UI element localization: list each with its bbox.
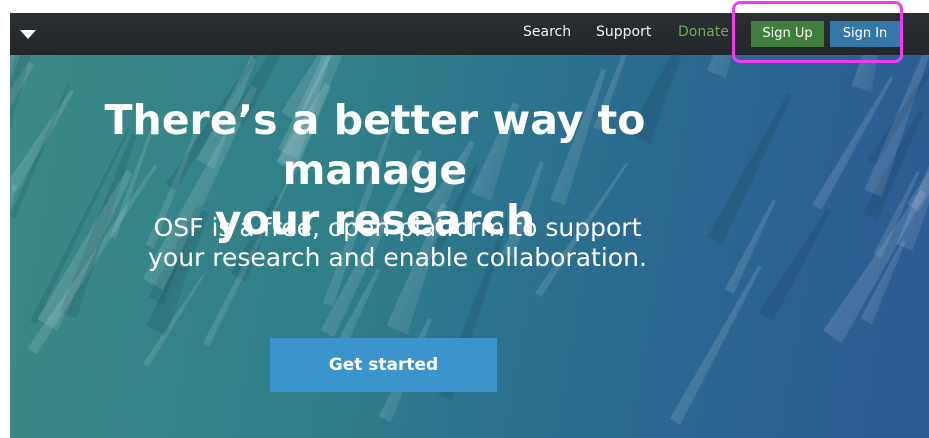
hero-pattern-streak	[707, 55, 733, 78]
hero-subtitle: OSF is a free, open platform to support …	[10, 213, 785, 273]
hero-pattern-streak	[459, 55, 463, 57]
nav-support-link[interactable]: Support	[596, 24, 651, 40]
hero-section: There’s a better way to manage your rese…	[10, 55, 929, 438]
hero-pattern-streak	[669, 265, 762, 425]
hero-title-line-1: There’s a better way to manage	[104, 96, 646, 194]
get-started-button[interactable]: Get started	[270, 338, 497, 392]
hero-subtitle-line-1: OSF is a free, open platform to support	[153, 213, 642, 242]
hero-pattern-streak	[851, 55, 878, 93]
top-navbar: Search Support Donate Sign Up Sign In	[10, 13, 929, 55]
nav-search-link[interactable]: Search	[523, 24, 571, 40]
sign-in-button[interactable]: Sign In	[830, 21, 900, 47]
hero-subtitle-line-2: your research and enable collaboration.	[148, 243, 647, 272]
nav-donate-link[interactable]: Donate	[678, 24, 729, 40]
sign-up-button[interactable]: Sign Up	[751, 21, 824, 47]
caret-down-icon[interactable]	[20, 30, 36, 39]
